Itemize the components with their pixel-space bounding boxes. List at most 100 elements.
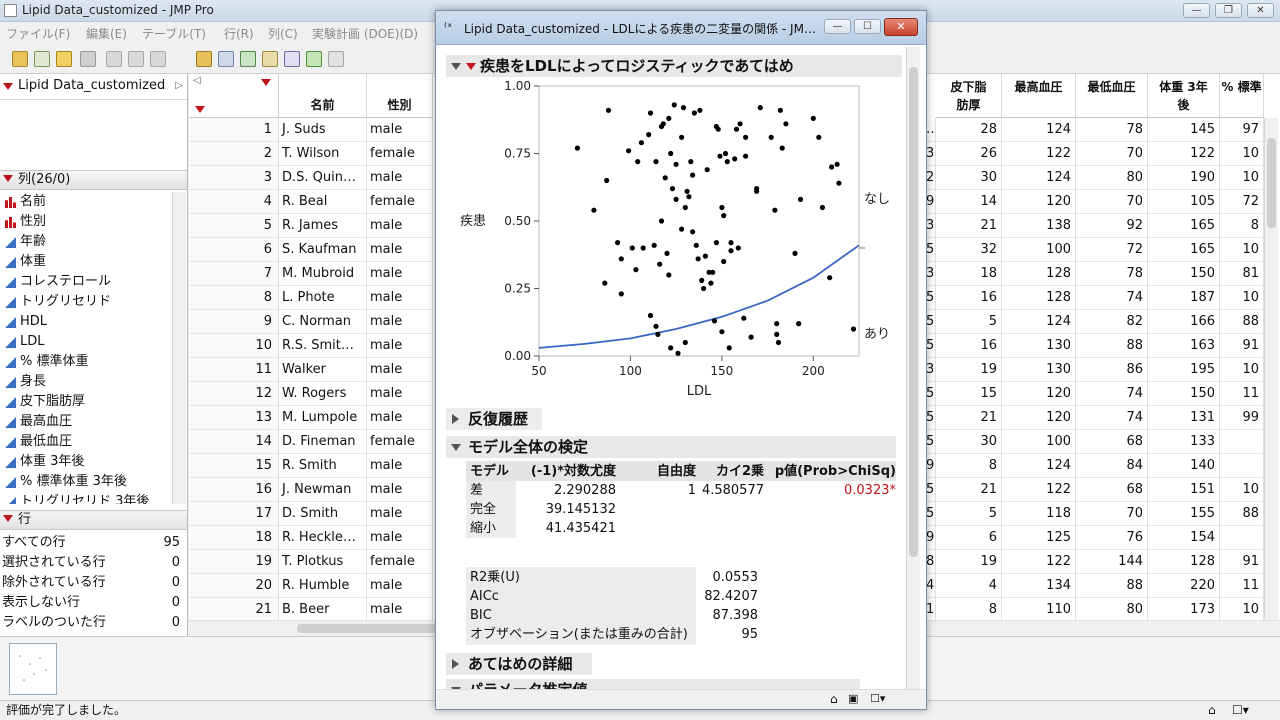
row-number[interactable]: 12 <box>189 382 279 406</box>
report-vertical-scrollbar[interactable] <box>906 47 920 689</box>
table-cell[interactable]: 5 <box>926 334 936 358</box>
table-cell-sex[interactable]: male <box>367 334 433 358</box>
table-cell[interactable]: 16 <box>936 286 1002 310</box>
table-cell[interactable]: 187 <box>1148 286 1220 310</box>
table-cell[interactable]: 88 <box>1220 502 1264 526</box>
collapse-whole-model-icon[interactable] <box>451 444 461 451</box>
table-cell[interactable]: 134 <box>1002 574 1076 598</box>
expand-iteration-icon[interactable] <box>452 414 459 424</box>
table-cell[interactable]: 21 <box>936 214 1002 238</box>
report-window-list-icon[interactable]: ☐▾ <box>870 692 885 705</box>
table-cell-sex[interactable]: male <box>367 310 433 334</box>
row-header-corner[interactable]: ◁ <box>189 74 279 118</box>
table-cell[interactable]: 150 <box>1148 262 1220 286</box>
table-cell[interactable]: 124 <box>1002 166 1076 190</box>
column-header[interactable]: 最高血圧 <box>1002 74 1076 118</box>
table-cell[interactable]: 4 <box>936 574 1002 598</box>
table-cell[interactable]: 8 <box>936 454 1002 478</box>
row-number[interactable]: 6 <box>189 238 279 262</box>
table-cell-name[interactable]: Walker <box>279 358 367 382</box>
row-number[interactable]: 14 <box>189 430 279 454</box>
table-cell[interactable]: 133 <box>1148 430 1220 454</box>
table-cell[interactable]: 110 <box>1002 598 1076 622</box>
column-list-item[interactable]: 体重 <box>2 252 46 272</box>
table-cell-sex[interactable]: female <box>367 142 433 166</box>
table-cell-sex[interactable]: female <box>367 190 433 214</box>
row-menu-icon[interactable] <box>195 106 205 113</box>
table-cell-name[interactable]: D. Fineman <box>279 430 367 454</box>
grid-vertical-scrollbar[interactable] <box>1264 118 1278 620</box>
row-number[interactable]: 15 <box>189 454 279 478</box>
table-cell[interactable]: 9 <box>926 526 936 550</box>
column-list-item[interactable]: LDL <box>2 332 45 352</box>
table-cell[interactable] <box>1220 430 1264 454</box>
table-cell[interactable]: 122 <box>1002 478 1076 502</box>
table-cell[interactable]: 173 <box>1148 598 1220 622</box>
report-save-icon[interactable]: ▣ <box>848 692 858 705</box>
row-number[interactable]: 8 <box>189 286 279 310</box>
table-cell-sex[interactable]: male <box>367 238 433 262</box>
table-cell[interactable]: 128 <box>1002 286 1076 310</box>
table-cell[interactable]: 80 <box>1076 598 1148 622</box>
row-number[interactable]: 10 <box>189 334 279 358</box>
table-cell[interactable]: 165 <box>1148 238 1220 262</box>
table-cell[interactable]: 5 <box>926 382 936 406</box>
table-cell[interactable]: 81 <box>1220 262 1264 286</box>
v-scroll-thumb[interactable] <box>1267 138 1276 228</box>
table-cell-name[interactable]: T. Wilson <box>279 142 367 166</box>
table-cell[interactable]: 84 <box>1076 454 1148 478</box>
table-cell[interactable]: 118 <box>1002 502 1076 526</box>
table-cell-name[interactable]: R. Heckle… <box>279 526 367 550</box>
table-cell[interactable]: 10 <box>1220 166 1264 190</box>
table-cell[interactable]: 3 <box>926 262 936 286</box>
table-cell[interactable]: 120 <box>1002 406 1076 430</box>
table-cell[interactable]: 72 <box>1220 190 1264 214</box>
table-cell-sex[interactable]: male <box>367 382 433 406</box>
table-cell[interactable]: 3 <box>926 214 936 238</box>
table-cell[interactable]: 92 <box>1076 214 1148 238</box>
table-cell[interactable]: 122 <box>1148 142 1220 166</box>
column-list-item[interactable]: 身長 <box>2 372 46 392</box>
table-cell[interactable]: 8 <box>1220 214 1264 238</box>
table-cell[interactable]: 120 <box>1002 190 1076 214</box>
row-number[interactable]: 9 <box>189 310 279 334</box>
table-cell-name[interactable]: D. Smith <box>279 502 367 526</box>
table-cell[interactable]: 220 <box>1148 574 1220 598</box>
table-cell[interactable]: 74 <box>1076 286 1148 310</box>
table-cell-sex[interactable]: male <box>367 526 433 550</box>
column-list-item[interactable]: HDL <box>2 312 47 332</box>
table-cell-name[interactable]: M. Mubroid <box>279 262 367 286</box>
table-cell[interactable]: 14 <box>936 190 1002 214</box>
column-header[interactable]: % 標準 <box>1220 74 1264 118</box>
report-home-icon[interactable]: ⌂ <box>830 692 838 706</box>
column-list-item[interactable]: 最低血圧 <box>2 432 72 452</box>
table-cell[interactable]: 88 <box>1220 310 1264 334</box>
table-cell-name[interactable]: R. Humble <box>279 574 367 598</box>
column-menu-icon[interactable] <box>261 79 271 86</box>
table-cell[interactable]: 74 <box>1076 406 1148 430</box>
table-cell-name[interactable]: C. Norman <box>279 310 367 334</box>
table-cell[interactable]: 82 <box>1076 310 1148 334</box>
table-cell[interactable]: 163 <box>1148 334 1220 358</box>
table-cell[interactable]: 122 <box>1002 550 1076 574</box>
parameter-estimates-header[interactable]: パラメータ推定値 <box>446 679 860 689</box>
column-list-item[interactable]: % 標準体重 3年後 <box>2 472 127 492</box>
table-cell[interactable]: 5 <box>926 310 936 334</box>
column-list-item[interactable]: % 標準体重 <box>2 352 89 372</box>
table-cell[interactable]: 8 <box>926 550 936 574</box>
table-cell[interactable]: 124 <box>1002 454 1076 478</box>
data-table-icon[interactable] <box>196 51 212 67</box>
table-cell[interactable]: 5 <box>926 286 936 310</box>
table-cell[interactable]: 97 <box>1220 118 1264 142</box>
table-cell[interactable]: 68 <box>1076 478 1148 502</box>
report-maximize-button[interactable]: ☐ <box>854 19 881 34</box>
column-list-item[interactable]: コレステロール <box>2 272 111 292</box>
table-cell[interactable]: 128 <box>1002 262 1076 286</box>
window-list-icon[interactable]: ☐▾ <box>1232 701 1249 720</box>
table-cell-sex[interactable]: male <box>367 478 433 502</box>
menu-doe[interactable]: 実験計画 (DOE)(D) <box>312 25 418 42</box>
table-cell[interactable]: 32 <box>936 238 1002 262</box>
table-cell[interactable]: 19 <box>936 550 1002 574</box>
table-cell[interactable]: 128 <box>1148 550 1220 574</box>
table-cell-name[interactable]: W. Rogers <box>279 382 367 406</box>
